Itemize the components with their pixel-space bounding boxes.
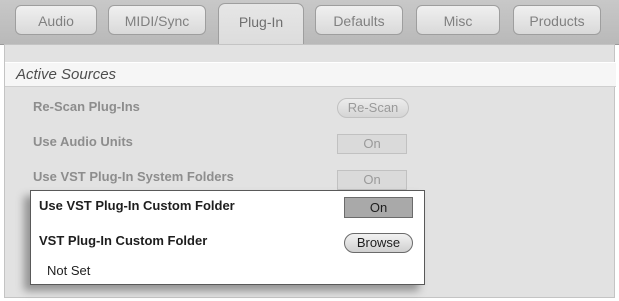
tab-misc[interactable]: Misc <box>416 5 500 35</box>
tab-products[interactable]: Products <box>513 5 601 35</box>
use-vst-system-folders-toggle[interactable]: On <box>337 170 407 190</box>
preferences-tab-bar: Audio MIDI/Sync Plug-In Defaults Misc Pr… <box>0 0 619 45</box>
use-vst-custom-folder-toggle[interactable]: On <box>344 197 413 218</box>
use-audio-units-label: Use Audio Units <box>33 134 133 149</box>
custom-folder-highlight-box: Use VST Plug-In Custom Folder On VST Plu… <box>30 190 425 285</box>
vst-custom-folder-label: VST Plug-In Custom Folder <box>39 233 208 248</box>
browse-button[interactable]: Browse <box>344 233 413 253</box>
section-title: Active Sources <box>16 66 117 83</box>
tab-defaults[interactable]: Defaults <box>315 5 403 35</box>
use-vst-system-folders-label: Use VST Plug-In System Folders <box>33 169 234 184</box>
use-vst-custom-folder-label: Use VST Plug-In Custom Folder <box>39 198 235 213</box>
rescan-button[interactable]: Re-Scan <box>337 98 409 118</box>
tab-midi-sync[interactable]: MIDI/Sync <box>108 5 206 35</box>
section-header: Active Sources <box>5 62 616 87</box>
tab-audio[interactable]: Audio <box>15 5 97 35</box>
rescan-label: Re-Scan Plug-Ins <box>33 99 140 114</box>
use-audio-units-toggle[interactable]: On <box>337 134 407 154</box>
tab-plug-in[interactable]: Plug-In <box>218 3 304 45</box>
custom-folder-path-value: Not Set <box>47 263 91 278</box>
